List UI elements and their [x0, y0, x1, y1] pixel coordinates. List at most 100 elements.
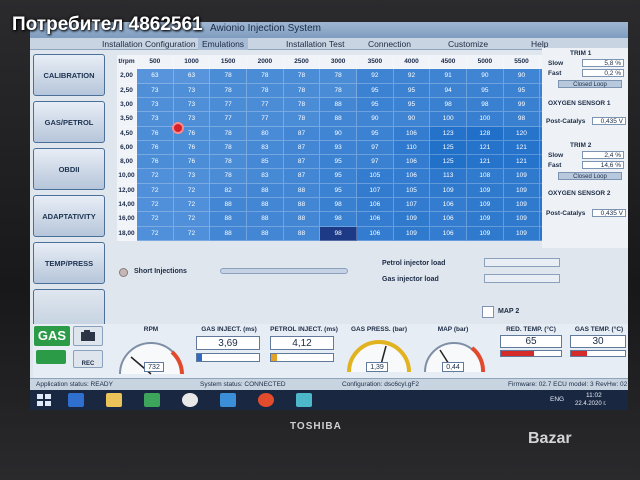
map-cell[interactable]: 72: [173, 198, 211, 213]
map-cell[interactable]: 78: [283, 69, 321, 84]
map-cell[interactable]: 95: [503, 83, 541, 98]
map-cell[interactable]: 88: [283, 183, 321, 199]
map-cell[interactable]: 125: [430, 140, 467, 156]
map-cell[interactable]: 109: [467, 226, 504, 241]
map-cell[interactable]: 90: [320, 126, 357, 141]
map-cell[interactable]: 109: [393, 226, 431, 241]
map-cell[interactable]: 76: [137, 126, 174, 141]
map-cell[interactable]: 76: [137, 155, 174, 170]
chrome-icon[interactable]: [182, 393, 198, 407]
map-cell[interactable]: 73: [173, 169, 211, 184]
map-cell[interactable]: 77: [210, 112, 247, 127]
map-cell[interactable]: 77: [247, 97, 284, 113]
map-cell[interactable]: 82: [210, 183, 247, 199]
map-cell[interactable]: 87: [283, 155, 321, 170]
map-cell[interactable]: 110: [393, 140, 431, 156]
app-icon-2[interactable]: [258, 393, 274, 407]
map-cell[interactable]: 98: [467, 97, 504, 113]
map-cell[interactable]: 78: [283, 112, 321, 127]
map-cell[interactable]: 78: [210, 169, 247, 184]
map-cell[interactable]: 76: [173, 140, 211, 156]
map-cell[interactable]: 83: [247, 140, 284, 156]
map-cell[interactable]: 78: [210, 155, 247, 170]
map-cell[interactable]: 97: [357, 140, 394, 156]
map-cell[interactable]: 106: [357, 226, 394, 241]
map-cell[interactable]: 105: [393, 183, 431, 199]
map-cell[interactable]: 88: [283, 212, 321, 227]
map-cell[interactable]: 78: [320, 83, 357, 98]
map-cell[interactable]: 95: [357, 97, 394, 113]
map-cell[interactable]: 72: [173, 212, 211, 227]
menu-connection[interactable]: Connection: [364, 38, 415, 50]
map-cell[interactable]: 76: [137, 140, 174, 156]
short-injections-slider[interactable]: [220, 268, 348, 274]
map-cell[interactable]: 78: [283, 97, 321, 113]
map2-checkbox[interactable]: [482, 306, 494, 318]
map-cell[interactable]: 90: [503, 69, 541, 84]
file-explorer-icon[interactable]: [106, 393, 122, 407]
map-cell[interactable]: 73: [137, 97, 174, 113]
map-cell[interactable]: 92: [357, 69, 394, 84]
map-cell[interactable]: 78: [247, 83, 284, 98]
map-cell[interactable]: 73: [137, 112, 174, 127]
gas-mode-button[interactable]: GAS: [34, 326, 70, 346]
map-cell[interactable]: 90: [393, 112, 431, 127]
map-cell[interactable]: 106: [357, 212, 394, 227]
record-button[interactable]: REC: [73, 350, 103, 368]
map-cell[interactable]: 121: [503, 155, 541, 170]
map-cell[interactable]: 109: [503, 226, 541, 241]
map-cell[interactable]: 106: [430, 226, 467, 241]
map-cell[interactable]: 106: [430, 198, 467, 213]
map-cell[interactable]: 88: [210, 226, 247, 241]
map-cell[interactable]: 107: [357, 183, 394, 199]
map-cell[interactable]: 91: [430, 69, 467, 84]
map-cell[interactable]: 85: [247, 155, 284, 170]
map-cell[interactable]: 72: [173, 226, 211, 241]
map-cell[interactable]: 128: [467, 126, 504, 141]
map-cell[interactable]: 100: [430, 112, 467, 127]
map-cell[interactable]: 63: [173, 69, 211, 84]
map-cell[interactable]: 95: [357, 126, 394, 141]
app-icon-1[interactable]: [220, 393, 236, 407]
map-cell[interactable]: 88: [320, 97, 357, 113]
map-cell[interactable]: 94: [430, 83, 467, 98]
map-cell[interactable]: 72: [137, 183, 174, 199]
map-cell[interactable]: 93: [320, 140, 357, 156]
map-cell[interactable]: 78: [283, 83, 321, 98]
map-cell[interactable]: 125: [430, 155, 467, 170]
map-cell[interactable]: 109: [467, 183, 504, 199]
map-cell[interactable]: 95: [393, 83, 431, 98]
map-cell[interactable]: 109: [503, 183, 541, 199]
map-cell[interactable]: 78: [210, 69, 247, 84]
map-cell[interactable]: 80: [247, 126, 284, 141]
map-cell[interactable]: 108: [467, 169, 504, 184]
menu-emulations[interactable]: Emulations: [198, 38, 249, 50]
map-cell[interactable]: 78: [210, 140, 247, 156]
map-cell[interactable]: 113: [430, 169, 467, 184]
map-cell[interactable]: 106: [393, 155, 431, 170]
map-cell[interactable]: 95: [467, 83, 504, 98]
map-cell[interactable]: 121: [503, 140, 541, 156]
map-cell[interactable]: 92: [393, 69, 431, 84]
nav-obdii[interactable]: OBDII: [33, 148, 105, 190]
map-cell[interactable]: 77: [210, 97, 247, 113]
map-cell[interactable]: 88: [210, 198, 247, 213]
map-cell[interactable]: 72: [137, 212, 174, 227]
map-cell[interactable]: 95: [320, 155, 357, 170]
map-cell[interactable]: 123: [430, 126, 467, 141]
nav-calibration[interactable]: CALIBRATION: [33, 54, 105, 96]
map-cell[interactable]: 72: [137, 169, 174, 184]
map-cell[interactable]: 88: [247, 212, 284, 227]
input-language[interactable]: ENG: [550, 396, 564, 403]
map-cell[interactable]: 78: [247, 69, 284, 84]
map-cell[interactable]: 78: [210, 83, 247, 98]
map-cell[interactable]: 106: [357, 198, 394, 213]
map-cell[interactable]: 95: [357, 83, 394, 98]
map-cell[interactable]: 99: [503, 97, 541, 113]
map-cell[interactable]: 78: [320, 69, 357, 84]
store-icon[interactable]: [144, 393, 160, 407]
map-cell[interactable]: 77: [247, 112, 284, 127]
menu-installation-configuration[interactable]: Installation Configuration: [98, 38, 200, 50]
map-cell[interactable]: 95: [320, 169, 357, 184]
map-cell[interactable]: 95: [320, 183, 357, 199]
